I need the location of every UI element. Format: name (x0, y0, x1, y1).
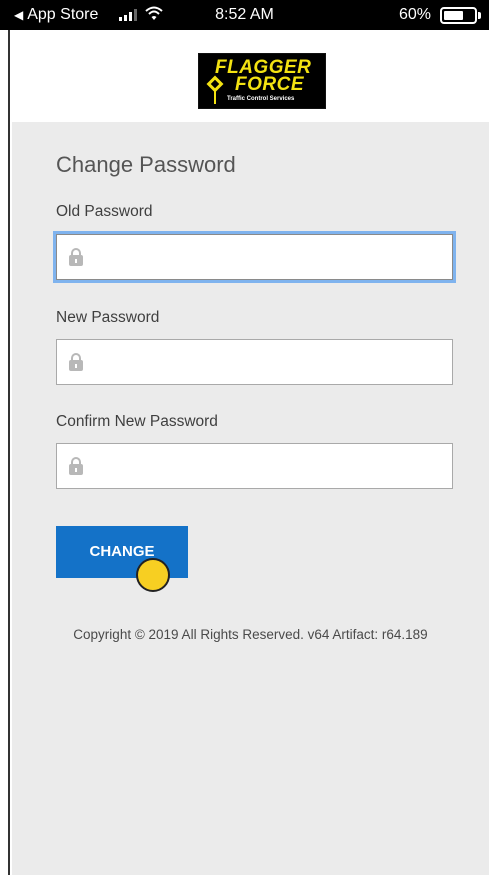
new-password-label: New Password (56, 309, 160, 326)
logo-tagline: Traffic Control Services (227, 96, 295, 102)
old-password-input[interactable] (95, 235, 445, 279)
copyright-text: Copyright © 2019 All Rights Reserved. v6… (73, 627, 428, 642)
battery-icon (440, 7, 477, 24)
flagger-force-logo: FLAGGER FORCE Traffic Control Services (198, 53, 326, 109)
old-password-field[interactable] (56, 234, 453, 280)
change-password-panel: Change Password Old Password New Passwor… (12, 122, 489, 875)
lock-icon (69, 248, 83, 266)
confirm-password-label: Confirm New Password (56, 413, 218, 430)
new-password-field[interactable] (56, 339, 453, 385)
left-edge (0, 30, 10, 875)
lock-icon (69, 353, 83, 371)
lock-icon (69, 457, 83, 475)
touch-cursor-indicator (136, 558, 170, 592)
battery-percent: 60% (398, 6, 431, 23)
status-bar: ◀ App Store 8:52 AM 60% (0, 0, 489, 30)
app-header: FLAGGER FORCE Traffic Control Services (12, 30, 489, 122)
confirm-password-input[interactable] (95, 444, 445, 488)
logo-line2: FORCE (235, 74, 304, 95)
confirm-password-field[interactable] (56, 443, 453, 489)
new-password-input[interactable] (95, 340, 445, 384)
page-title: Change Password (56, 152, 236, 177)
sign-pole (214, 90, 216, 104)
battery-nub (478, 12, 481, 19)
old-password-label: Old Password (56, 203, 153, 220)
